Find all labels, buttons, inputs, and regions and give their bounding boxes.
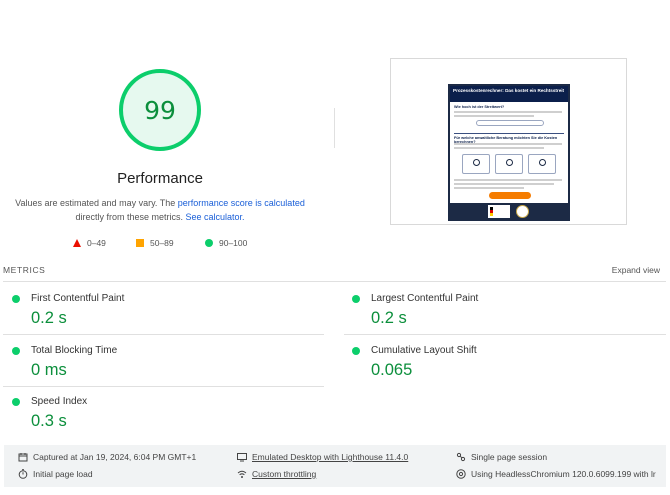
screenshot-select xyxy=(476,120,544,126)
legend-fail: 0–49 xyxy=(73,238,106,248)
throttling-setting[interactable]: Custom throttling xyxy=(237,469,316,479)
performance-title: Performance xyxy=(117,170,203,187)
pass-circle-icon xyxy=(12,347,20,355)
desktop-icon xyxy=(237,452,247,462)
screenshot-card xyxy=(528,154,556,174)
legend-pass: 90–100 xyxy=(205,238,247,248)
emulated-device[interactable]: Emulated Desktop with Lighthouse 11.4.0 xyxy=(237,452,408,462)
screenshot-card xyxy=(495,154,523,174)
pass-circle-icon xyxy=(12,398,20,406)
chrome-icon xyxy=(456,469,466,479)
performance-score: 99 xyxy=(144,95,176,125)
seal-badge xyxy=(516,205,529,218)
page-load-type: Initial page load xyxy=(18,469,93,479)
metric-divider xyxy=(3,386,324,387)
calendar-icon xyxy=(18,452,28,462)
timer-icon xyxy=(18,469,28,479)
screenshot-card xyxy=(462,154,490,174)
screenshot-body: Wie hoch ist der Streitwert? Für welche … xyxy=(450,102,568,203)
performance-description: Values are estimated and may vary. The p… xyxy=(15,198,305,222)
pass-circle-icon xyxy=(352,347,360,355)
performance-score-link[interactable]: performance score is calculated xyxy=(178,198,305,208)
calculator-link[interactable]: See calculator. xyxy=(185,212,244,222)
average-square-icon xyxy=(136,239,144,247)
screenshot-question-1: Wie hoch ist der Streitwert? xyxy=(454,105,505,109)
browser-version: Using HeadlessChromium 120.0.6099.199 wi… xyxy=(456,469,656,479)
screenshot-button xyxy=(489,192,531,199)
pass-circle-icon xyxy=(205,239,213,247)
pass-circle-icon xyxy=(352,295,360,303)
screenshot-header: Prozesskostenrechner: Das kostet ein Rec… xyxy=(450,86,568,102)
pass-circle-icon xyxy=(12,295,20,303)
vertical-divider xyxy=(334,108,335,148)
session-type: Single page session xyxy=(456,452,547,462)
legend-average: 50–89 xyxy=(136,238,174,248)
fail-triangle-icon xyxy=(73,239,81,247)
session-icon xyxy=(456,452,466,462)
metrics-divider xyxy=(3,281,666,282)
captured-at: Captured at Jan 19, 2024, 6:04 PM GMT+1 xyxy=(18,452,196,462)
expand-view-toggle[interactable]: Expand view xyxy=(612,265,660,275)
wifi-icon xyxy=(237,469,247,479)
metrics-heading: METRICS xyxy=(3,265,46,275)
metric-divider xyxy=(3,334,324,335)
metric-divider xyxy=(344,334,666,335)
made-in-germany-badge xyxy=(488,205,510,218)
final-screenshot[interactable]: Prozesskostenrechner: Das kostet ein Rec… xyxy=(448,84,570,221)
